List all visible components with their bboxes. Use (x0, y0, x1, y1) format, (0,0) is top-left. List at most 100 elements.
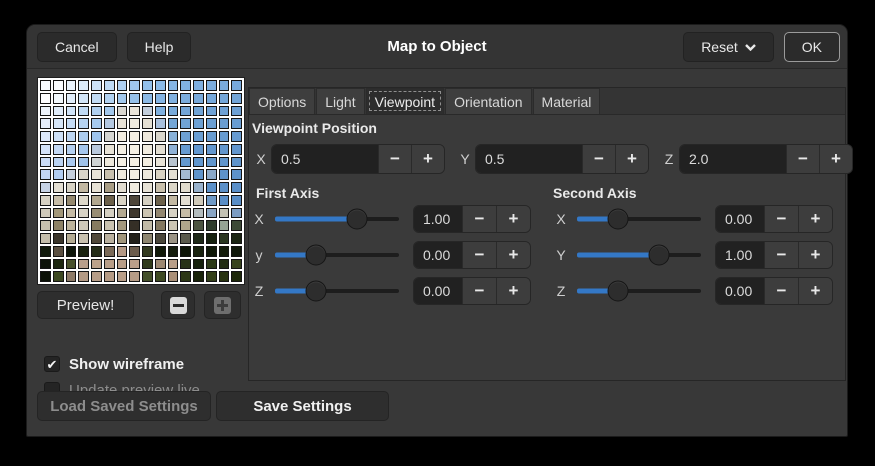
preview-cell (40, 271, 51, 282)
preview-cell (66, 246, 77, 257)
viewpoint-z-entry[interactable] (680, 145, 786, 173)
slider-knob[interactable] (607, 209, 628, 230)
preview-cell (117, 80, 128, 91)
preview-cell (129, 93, 140, 104)
minus-button[interactable]: − (462, 278, 496, 304)
plus-button[interactable]: + (496, 206, 530, 232)
preview-cell (231, 259, 242, 270)
slider-knob[interactable] (648, 245, 669, 266)
preview-cell (117, 106, 128, 117)
slider-knob[interactable] (346, 209, 367, 230)
preview-cell (104, 182, 115, 193)
preview-cell (193, 106, 204, 117)
preview-cell (142, 233, 153, 244)
slider-knob[interactable] (305, 281, 326, 302)
minus-button[interactable]: − (786, 145, 819, 173)
headerbar-right: Reset OK (683, 32, 840, 62)
show-wireframe-box[interactable]: ✔ (44, 356, 60, 372)
plus-button[interactable]: + (798, 278, 832, 304)
plus-button[interactable]: + (819, 145, 852, 173)
save-settings-button[interactable]: Save Settings (216, 391, 389, 421)
minus-button[interactable]: − (582, 145, 615, 173)
preview-cell (91, 80, 102, 91)
zoom-in-button[interactable] (204, 291, 241, 319)
preview-cell (104, 157, 115, 168)
ok-button[interactable]: OK (784, 32, 840, 62)
viewpoint-x-label: X (255, 151, 267, 167)
preview-cell (219, 271, 230, 282)
first-axis-z-slider[interactable] (275, 277, 399, 305)
first-axis-x-entry[interactable] (414, 206, 462, 232)
first-axis-y-slider[interactable] (275, 241, 399, 269)
tab-material[interactable]: Material (533, 88, 601, 114)
preview-cell (104, 246, 115, 257)
plus-button[interactable]: + (496, 278, 530, 304)
first-axis-y-entry[interactable] (414, 242, 462, 268)
second-axis-z-entry[interactable] (716, 278, 764, 304)
preview-cell (129, 195, 140, 206)
minus-button[interactable]: − (462, 206, 496, 232)
second-axis-y-row: Y − + (555, 241, 851, 269)
preview-cell (206, 157, 217, 168)
tab-viewpoint[interactable]: Viewpoint (366, 88, 444, 114)
preview-cell (206, 182, 217, 193)
preview-cell (117, 118, 128, 129)
check-icon: ✔ (47, 358, 58, 371)
plus-button[interactable]: + (496, 242, 530, 268)
second-axis-z-slider[interactable] (577, 277, 701, 305)
second-axis-y-entry[interactable] (716, 242, 764, 268)
minus-button[interactable]: − (764, 242, 798, 268)
viewpoint-x-entry[interactable] (272, 145, 378, 173)
preview-cell (53, 195, 64, 206)
preview-cell (40, 157, 51, 168)
preview-cell (66, 157, 77, 168)
second-axis-y-slider[interactable] (577, 241, 701, 269)
tab-options[interactable]: Options (249, 88, 315, 114)
second-axis-x-slider[interactable] (577, 205, 701, 233)
help-button[interactable]: Help (127, 32, 192, 62)
preview-cell (104, 118, 115, 129)
second-axis-y-label: Y (555, 247, 567, 263)
cancel-button[interactable]: Cancel (37, 32, 117, 62)
load-saved-settings-button[interactable]: Load Saved Settings (37, 391, 211, 421)
minus-button[interactable]: − (764, 206, 798, 232)
second-axis-x-entry[interactable] (716, 206, 764, 232)
slider-knob[interactable] (607, 281, 628, 302)
preview-cell (180, 233, 191, 244)
plus-button[interactable]: + (798, 242, 832, 268)
first-axis-x-slider[interactable] (275, 205, 399, 233)
preview-cell (53, 93, 64, 104)
zoom-out-button[interactable] (161, 291, 195, 319)
preview-cell (142, 144, 153, 155)
first-axis-z-entry[interactable] (414, 278, 462, 304)
minus-button[interactable]: − (462, 242, 496, 268)
preview-cell (193, 80, 204, 91)
preview-cell (193, 169, 204, 180)
preview-cell (142, 93, 153, 104)
plus-button[interactable]: + (798, 206, 832, 232)
tab-strip: Options Light Viewpoint Orientation Mate… (249, 88, 845, 115)
preview-cell (53, 271, 64, 282)
slider-knob[interactable] (305, 245, 326, 266)
preview-cell (66, 233, 77, 244)
reset-button[interactable]: Reset (683, 32, 774, 62)
minus-button[interactable]: − (764, 278, 798, 304)
show-wireframe-checkbox[interactable]: ✔ Show wireframe (44, 355, 184, 373)
tab-light[interactable]: Light (316, 88, 364, 114)
preview-cell (219, 233, 230, 244)
viewpoint-y-entry[interactable] (476, 145, 582, 173)
preview-cell (91, 208, 102, 219)
preview-grid[interactable] (40, 80, 242, 282)
viewpoint-z-spinbox: − + (679, 144, 853, 174)
preview-cell (78, 259, 89, 270)
preview-cell (155, 169, 166, 180)
preview-cell (66, 220, 77, 231)
tab-orientation[interactable]: Orientation (445, 88, 531, 114)
preview-cell (53, 182, 64, 193)
preview-cell (40, 118, 51, 129)
preview-button[interactable]: Preview! (37, 291, 134, 319)
preview-cell (53, 106, 64, 117)
plus-button[interactable]: + (615, 145, 648, 173)
minus-button[interactable]: − (378, 145, 411, 173)
plus-button[interactable]: + (411, 145, 444, 173)
